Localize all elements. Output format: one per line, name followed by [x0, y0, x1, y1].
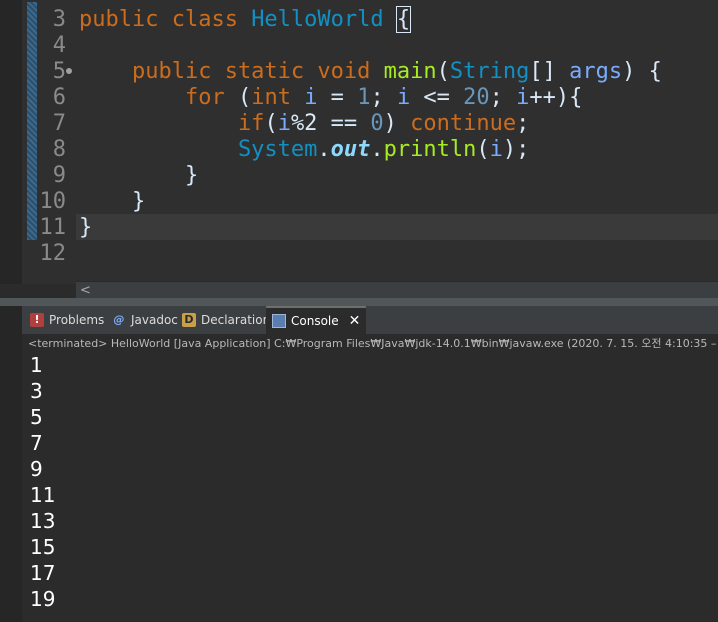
punct: (: [264, 111, 278, 136]
console-status-line: <terminated> HelloWorld [Java Applicatio…: [22, 335, 718, 351]
number-literal: 0: [370, 111, 384, 136]
line-number: 9: [52, 163, 66, 188]
line-number: 2: [30, 0, 66, 7]
punct: <=: [410, 85, 464, 110]
variable: i: [516, 85, 530, 110]
line-number: 10: [39, 189, 67, 214]
line-number-gutter: 2 3 4 5 6 7 8 9 10 11 12: [38, 0, 74, 284]
class-name: System: [79, 137, 318, 162]
console-line: 19: [30, 587, 56, 611]
horizontal-scrollbar[interactable]: <: [76, 281, 718, 299]
code-line-11: }: [79, 215, 93, 240]
type-name: String: [449, 59, 530, 84]
scroll-left-icon[interactable]: <: [80, 282, 91, 299]
line-number: 5: [52, 59, 66, 84]
static-field: out: [330, 137, 371, 162]
keyword: public class: [79, 7, 252, 32]
console-output[interactable]: 1 3 5 7 9 11 13 15 17 19: [22, 352, 718, 622]
code-line-8: System.out.println(i);: [79, 137, 529, 163]
console-line: 1: [30, 353, 43, 377]
variable: i: [396, 85, 411, 110]
keyword: if: [79, 111, 265, 136]
punct: ;: [489, 85, 517, 110]
punct: ) {: [622, 59, 662, 84]
line-number: 11: [39, 215, 67, 240]
tab-problems[interactable]: ! Problems: [24, 306, 110, 334]
tab-label: Problems: [49, 313, 105, 327]
code-line-6: for (int i = 1; i <= 20; i++){: [79, 85, 582, 111]
param-name: args: [569, 59, 623, 84]
punct: (: [476, 137, 490, 162]
console-line: 9: [30, 457, 43, 481]
number-literal: 20: [463, 85, 490, 110]
javadoc-icon: @: [113, 313, 125, 326]
console-line: 17: [30, 561, 56, 585]
console-line: 13: [30, 509, 56, 533]
declaration-icon: D: [182, 313, 196, 327]
line-number: 3: [52, 7, 66, 32]
code-area[interactable]: public class HelloWorld { public static …: [79, 0, 718, 270]
matched-brace: {: [395, 6, 412, 33]
fold-collapse-icon[interactable]: [66, 68, 72, 74]
keyword: public static void: [79, 59, 384, 84]
code-editor[interactable]: 2 3 4 5 6 7 8 9 10 11 12 public class He…: [0, 0, 718, 299]
console-left-bar: [0, 306, 22, 622]
code-line-7: if(i%2 == 0) continue;: [79, 111, 529, 137]
console-icon: [272, 314, 286, 328]
console-line: 11: [30, 483, 56, 507]
punct: (: [436, 59, 450, 84]
keyword: continue: [410, 111, 517, 136]
code-line-9: }: [79, 163, 199, 188]
number-literal: 1: [357, 85, 371, 110]
console-line: 5: [30, 405, 43, 429]
tab-label: Console: [291, 314, 339, 328]
punct: ;: [516, 111, 530, 136]
tab-label: Javadoc: [131, 313, 178, 327]
editor-left-bar: [0, 0, 22, 284]
line-number: 6: [52, 85, 66, 110]
line-number: 7: [52, 111, 66, 136]
close-icon[interactable]: ✕: [349, 313, 361, 329]
line-number: 4: [52, 33, 66, 58]
tab-console[interactable]: Console ✕: [266, 306, 367, 334]
class-name: HelloWorld: [251, 7, 397, 32]
type-keyword: int: [251, 85, 305, 110]
tab-declaration[interactable]: D Declaration: [176, 306, 276, 334]
line-number: 8: [52, 137, 66, 162]
code-line-5: public static void main(String[] args) {: [79, 59, 662, 85]
code-line-10: }: [79, 189, 146, 214]
console-line: 15: [30, 535, 56, 559]
code-line-3: public class HelloWorld {: [79, 6, 412, 33]
punct: ;: [370, 85, 397, 110]
pane-divider[interactable]: [0, 298, 718, 306]
punct: .: [370, 137, 384, 162]
punct: );: [502, 137, 530, 162]
method-name: println: [383, 137, 477, 162]
view-tab-bar: ! Problems @ Javadoc D Declaration Conso…: [22, 306, 718, 335]
console-line: 7: [30, 431, 43, 455]
tab-javadoc[interactable]: @ Javadoc: [106, 306, 184, 334]
punct: (: [237, 85, 252, 110]
line-number: 12: [39, 241, 67, 266]
punct: %2 ==: [290, 111, 371, 136]
punct: ): [383, 111, 411, 136]
console-line: 3: [30, 379, 43, 403]
method-name: main: [383, 59, 437, 84]
variable: i: [277, 111, 291, 136]
punct: ++){: [529, 85, 583, 110]
tab-label: Declaration: [201, 313, 271, 327]
problems-icon: !: [30, 313, 44, 327]
keyword: for: [79, 85, 238, 110]
punct: =: [317, 85, 358, 110]
variable: i: [489, 137, 503, 162]
punct: .: [317, 137, 331, 162]
punct: []: [529, 59, 570, 84]
variable: i: [304, 85, 318, 110]
